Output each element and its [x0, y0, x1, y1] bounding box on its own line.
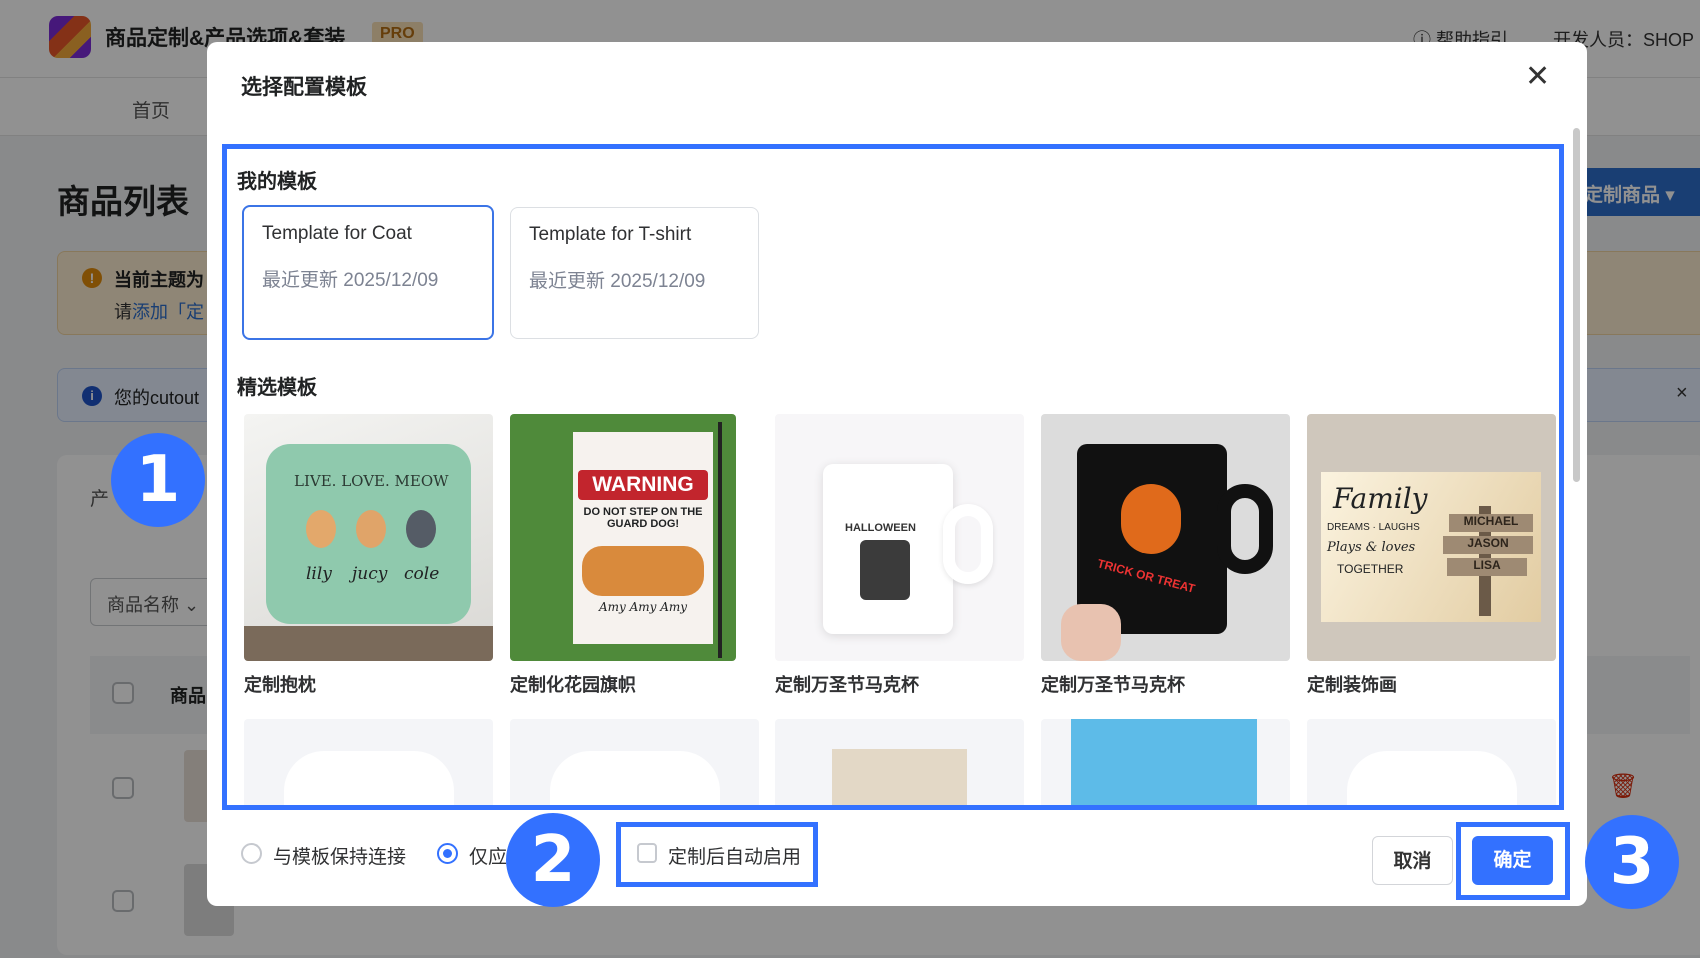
floor [244, 626, 493, 661]
step-badge-1: 1 [111, 433, 205, 527]
template-updated: 最近更新 2025/12/09 [262, 270, 439, 291]
featured-label: 定制抱枕 [244, 675, 316, 695]
pillow-name: lily [306, 564, 332, 584]
template-updated: 最近更新 2025/12/09 [529, 271, 706, 292]
featured-template-button[interactable] [1041, 719, 1290, 805]
mug-handle [1217, 484, 1273, 574]
pillow-name: jucy [352, 564, 388, 584]
featured-template-tshirt[interactable] [244, 719, 493, 805]
template-name: Template for T-shirt [529, 224, 692, 245]
auto-enable-checkbox[interactable] [637, 843, 657, 863]
hand-image [1061, 604, 1121, 661]
step-badge-2: 2 [506, 813, 600, 907]
template-list: 我的模板 Template for Coat 最近更新 2025/12/09 T… [222, 144, 1564, 810]
mug-print [1121, 484, 1181, 554]
tshirt-image [284, 751, 454, 805]
cancel-button[interactable]: 取消 [1372, 836, 1453, 885]
featured-template-tshirt[interactable] [510, 719, 759, 805]
dialog-title: 选择配置模板 [241, 76, 367, 99]
featured-template-pillow[interactable]: LIVE. LOVE. MEOW lily jucy cole [244, 414, 493, 661]
select-template-dialog: 选择配置模板 ✕ 我的模板 Template for Coat 最近更新 202… [207, 42, 1587, 906]
cat-image [306, 510, 336, 548]
featured-template-tshirt[interactable] [1307, 719, 1556, 805]
mug-handle [943, 504, 993, 584]
sign-text: JASON [1443, 536, 1533, 554]
sign-image [832, 749, 967, 805]
apply-only-radio[interactable] [437, 843, 458, 864]
cat-image [406, 510, 436, 548]
tshirt-image [1347, 751, 1517, 805]
featured-template-garden-flag[interactable]: WARNING DO NOT STEP ON THE GUARD DOG! Am… [510, 414, 736, 661]
flag-text: Amy Amy Amy [598, 600, 688, 614]
my-templates-heading: 我的模板 [237, 171, 317, 193]
template-card-tshirt[interactable]: Template for T-shirt 最近更新 2025/12/09 [510, 207, 759, 339]
sign-text: Family [1333, 482, 1428, 515]
close-icon[interactable]: ✕ [1525, 62, 1550, 92]
featured-templates-heading: 精选模板 [237, 377, 317, 399]
mug-print [860, 540, 910, 600]
flag-pole [718, 422, 722, 658]
scrollbar[interactable] [1573, 128, 1580, 482]
featured-label: 定制万圣节马克杯 [1041, 675, 1185, 695]
featured-template-halloween-mug-black[interactable]: TRICK OR TREAT [1041, 414, 1290, 661]
featured-template-halloween-mug-white[interactable]: HALLOWEEN [775, 414, 1024, 661]
keep-link-radio[interactable] [241, 843, 262, 864]
pillow-name: cole [404, 564, 440, 584]
mug-text: HALLOWEEN [845, 522, 916, 534]
sign-text: LISA [1447, 558, 1527, 576]
tshirt-image [550, 751, 720, 805]
cat-image [356, 510, 386, 548]
sign-text: MICHAEL [1449, 514, 1533, 532]
flag-text: DO NOT STEP ON THE GUARD DOG! [583, 506, 703, 530]
template-card-coat[interactable]: Template for Coat 最近更新 2025/12/09 [242, 205, 494, 340]
dogs-image [582, 546, 704, 596]
auto-enable-label: 定制后自动启用 [668, 847, 802, 868]
pillow-text: LIVE. LOVE. MEOW [294, 472, 449, 490]
featured-template-sign[interactable] [775, 719, 1024, 805]
step-badge-3: 3 [1585, 815, 1679, 909]
button-image [1071, 719, 1257, 805]
featured-label: 定制化花园旗帜 [510, 675, 636, 695]
sign-text: TOGETHER [1337, 562, 1404, 576]
sign-text: Plays & loves [1327, 540, 1416, 555]
featured-template-wall-art[interactable]: Family DREAMS · LAUGHS Plays & loves TOG… [1307, 414, 1556, 661]
keep-link-label: 与模板保持连接 [273, 847, 407, 868]
confirm-button[interactable]: 确定 [1472, 836, 1553, 885]
apply-only-label: 仅应 [469, 847, 508, 868]
sign-text: DREAMS · LAUGHS [1327, 522, 1420, 533]
flag-text: WARNING [578, 470, 708, 500]
featured-label: 定制装饰画 [1307, 675, 1397, 695]
featured-label: 定制万圣节马克杯 [775, 675, 919, 695]
template-name: Template for Coat [262, 223, 412, 244]
